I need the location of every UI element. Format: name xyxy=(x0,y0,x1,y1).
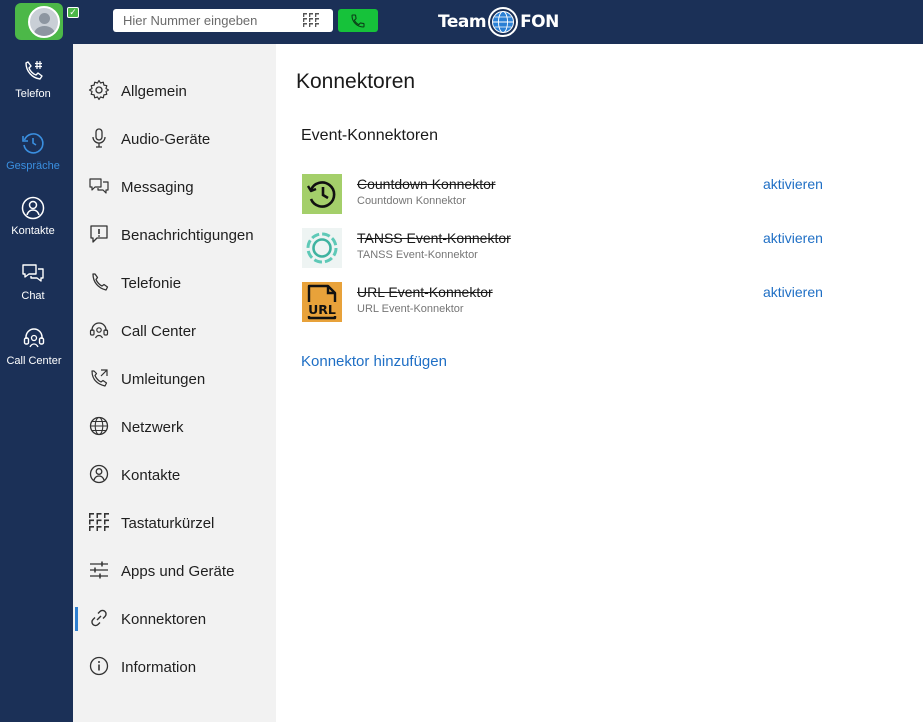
settings-item-label: Messaging xyxy=(121,178,194,196)
user-status-button[interactable]: ✓ xyxy=(15,3,79,40)
teamfon-logo: Team FON xyxy=(438,5,559,39)
settings-item-apps-und-geraete[interactable]: Apps und Geräte xyxy=(73,547,276,595)
nav-gespraeche-label: Gespräche xyxy=(6,160,60,172)
history-icon xyxy=(22,133,44,154)
settings-item-netzwerk[interactable]: Netzwerk xyxy=(73,403,276,451)
settings-item-benachrichtigungen[interactable]: Benachrichtigungen xyxy=(73,211,276,259)
countdown-icon xyxy=(302,174,342,214)
settings-item-label: Netzwerk xyxy=(121,418,184,436)
gear-icon xyxy=(88,79,110,101)
settings-item-tastaturkuerzel[interactable]: Tastaturkürzel xyxy=(73,499,276,547)
nav-kontakte[interactable]: Kontakte xyxy=(0,195,66,255)
settings-item-label: Allgemein xyxy=(121,82,187,100)
keypad-icon[interactable] xyxy=(302,12,320,29)
connector-row-countdown: Countdown Konnektor Countdown Konnektor … xyxy=(301,174,861,214)
connector-subtitle: TANSS Event-Konnektor xyxy=(357,249,478,261)
status-check-icon: ✓ xyxy=(67,7,79,18)
settings-item-label: Kontakte xyxy=(121,466,181,484)
activate-link[interactable]: aktivieren xyxy=(763,176,823,192)
nav-chat[interactable]: Chat xyxy=(0,260,66,320)
connector-subtitle: Countdown Konnektor xyxy=(357,195,466,207)
settings-item-telefonie[interactable]: Telefonie xyxy=(73,259,276,307)
top-bar: ✓ Team FON xyxy=(0,0,923,44)
settings-item-label: Umleitungen xyxy=(121,370,206,388)
keypad-icon xyxy=(89,513,109,531)
avatar xyxy=(28,6,60,38)
phone-icon xyxy=(92,273,109,291)
settings-item-label: Call Center xyxy=(121,322,197,340)
logo-text-team: Team xyxy=(438,12,487,32)
nav-call-center[interactable]: Call Center xyxy=(0,325,68,385)
settings-item-label: Tastaturkürzel xyxy=(121,514,215,532)
activate-link[interactable]: aktivieren xyxy=(763,284,823,300)
nav-telefon-label: Telefon xyxy=(15,88,51,100)
globe-logo-icon xyxy=(488,7,519,37)
phone-hash-icon xyxy=(25,61,43,80)
settings-item-label: Information xyxy=(121,658,197,676)
messaging-icon xyxy=(89,178,109,194)
connectors-page: Konnektoren Event-Konnektoren Countdown … xyxy=(276,44,923,722)
connector-subtitle: URL Event-Konnektor xyxy=(357,303,464,315)
svg-text:URL: URL xyxy=(308,302,336,317)
tanss-icon xyxy=(302,228,342,268)
logo-text-fon: FON xyxy=(520,12,559,32)
settings-item-messaging[interactable]: Messaging xyxy=(73,163,276,211)
contact-icon xyxy=(21,196,45,220)
settings-item-audio[interactable]: Audio-Geräte xyxy=(73,115,276,163)
connector-row-tanss: TANSS Event-Konnektor TANSS Event-Konnek… xyxy=(301,228,861,268)
settings-item-label: Apps und Geräte xyxy=(121,562,235,580)
page-title: Konnektoren xyxy=(296,70,416,93)
settings-item-call-center[interactable]: Call Center xyxy=(73,307,276,355)
settings-item-allgemein[interactable]: Allgemein xyxy=(73,67,276,115)
settings-item-label: Konnektoren xyxy=(121,610,207,628)
sliders-icon xyxy=(90,561,108,579)
main-navigation: Telefon Gespräche Kontakte Chat Call Cen… xyxy=(0,44,73,722)
nav-call-center-label: Call Center xyxy=(6,355,62,367)
settings-item-konnektoren[interactable]: Konnektoren xyxy=(73,595,276,643)
add-connector-link[interactable]: Konnektor hinzufügen xyxy=(301,353,447,370)
settings-item-kontakte[interactable]: Kontakte xyxy=(73,451,276,499)
call-button[interactable] xyxy=(338,9,378,32)
connector-name: Countdown Konnektor xyxy=(357,176,496,192)
phone-icon xyxy=(351,13,365,28)
settings-item-label: Telefonie xyxy=(121,274,182,292)
connector-name: TANSS Event-Konnektor xyxy=(357,230,511,246)
headset-icon xyxy=(23,328,45,348)
contact-icon xyxy=(89,464,109,484)
headset-icon xyxy=(89,322,109,339)
section-title: Event-Konnektoren xyxy=(301,127,438,144)
forward-icon xyxy=(91,369,108,387)
dial-number-input[interactable] xyxy=(113,9,333,32)
settings-item-information[interactable]: Information xyxy=(73,643,276,691)
settings-item-label: Benachrichtigungen xyxy=(121,226,254,244)
connector-name: URL Event-Konnektor xyxy=(357,284,493,300)
connector-row-url: URL URL Event-Konnektor URL Event-Konnek… xyxy=(301,282,861,322)
settings-item-label: Audio-Geräte xyxy=(121,130,211,148)
activate-link[interactable]: aktivieren xyxy=(763,230,823,246)
microphone-icon xyxy=(92,128,106,148)
info-icon xyxy=(89,656,109,676)
notification-icon xyxy=(90,225,108,243)
settings-sidebar: Allgemein Audio-Geräte Messaging Benachr… xyxy=(73,44,276,722)
nav-kontakte-label: Kontakte xyxy=(11,225,55,237)
globe-icon xyxy=(89,416,109,436)
nav-chat-label: Chat xyxy=(21,290,45,302)
link-icon xyxy=(91,609,107,627)
url-icon: URL xyxy=(302,282,342,322)
chat-icon xyxy=(22,264,44,282)
settings-item-umleitungen[interactable]: Umleitungen xyxy=(73,355,276,403)
nav-telefon[interactable]: Telefon xyxy=(0,58,66,118)
nav-gespraeche[interactable]: Gespräche xyxy=(0,130,66,190)
